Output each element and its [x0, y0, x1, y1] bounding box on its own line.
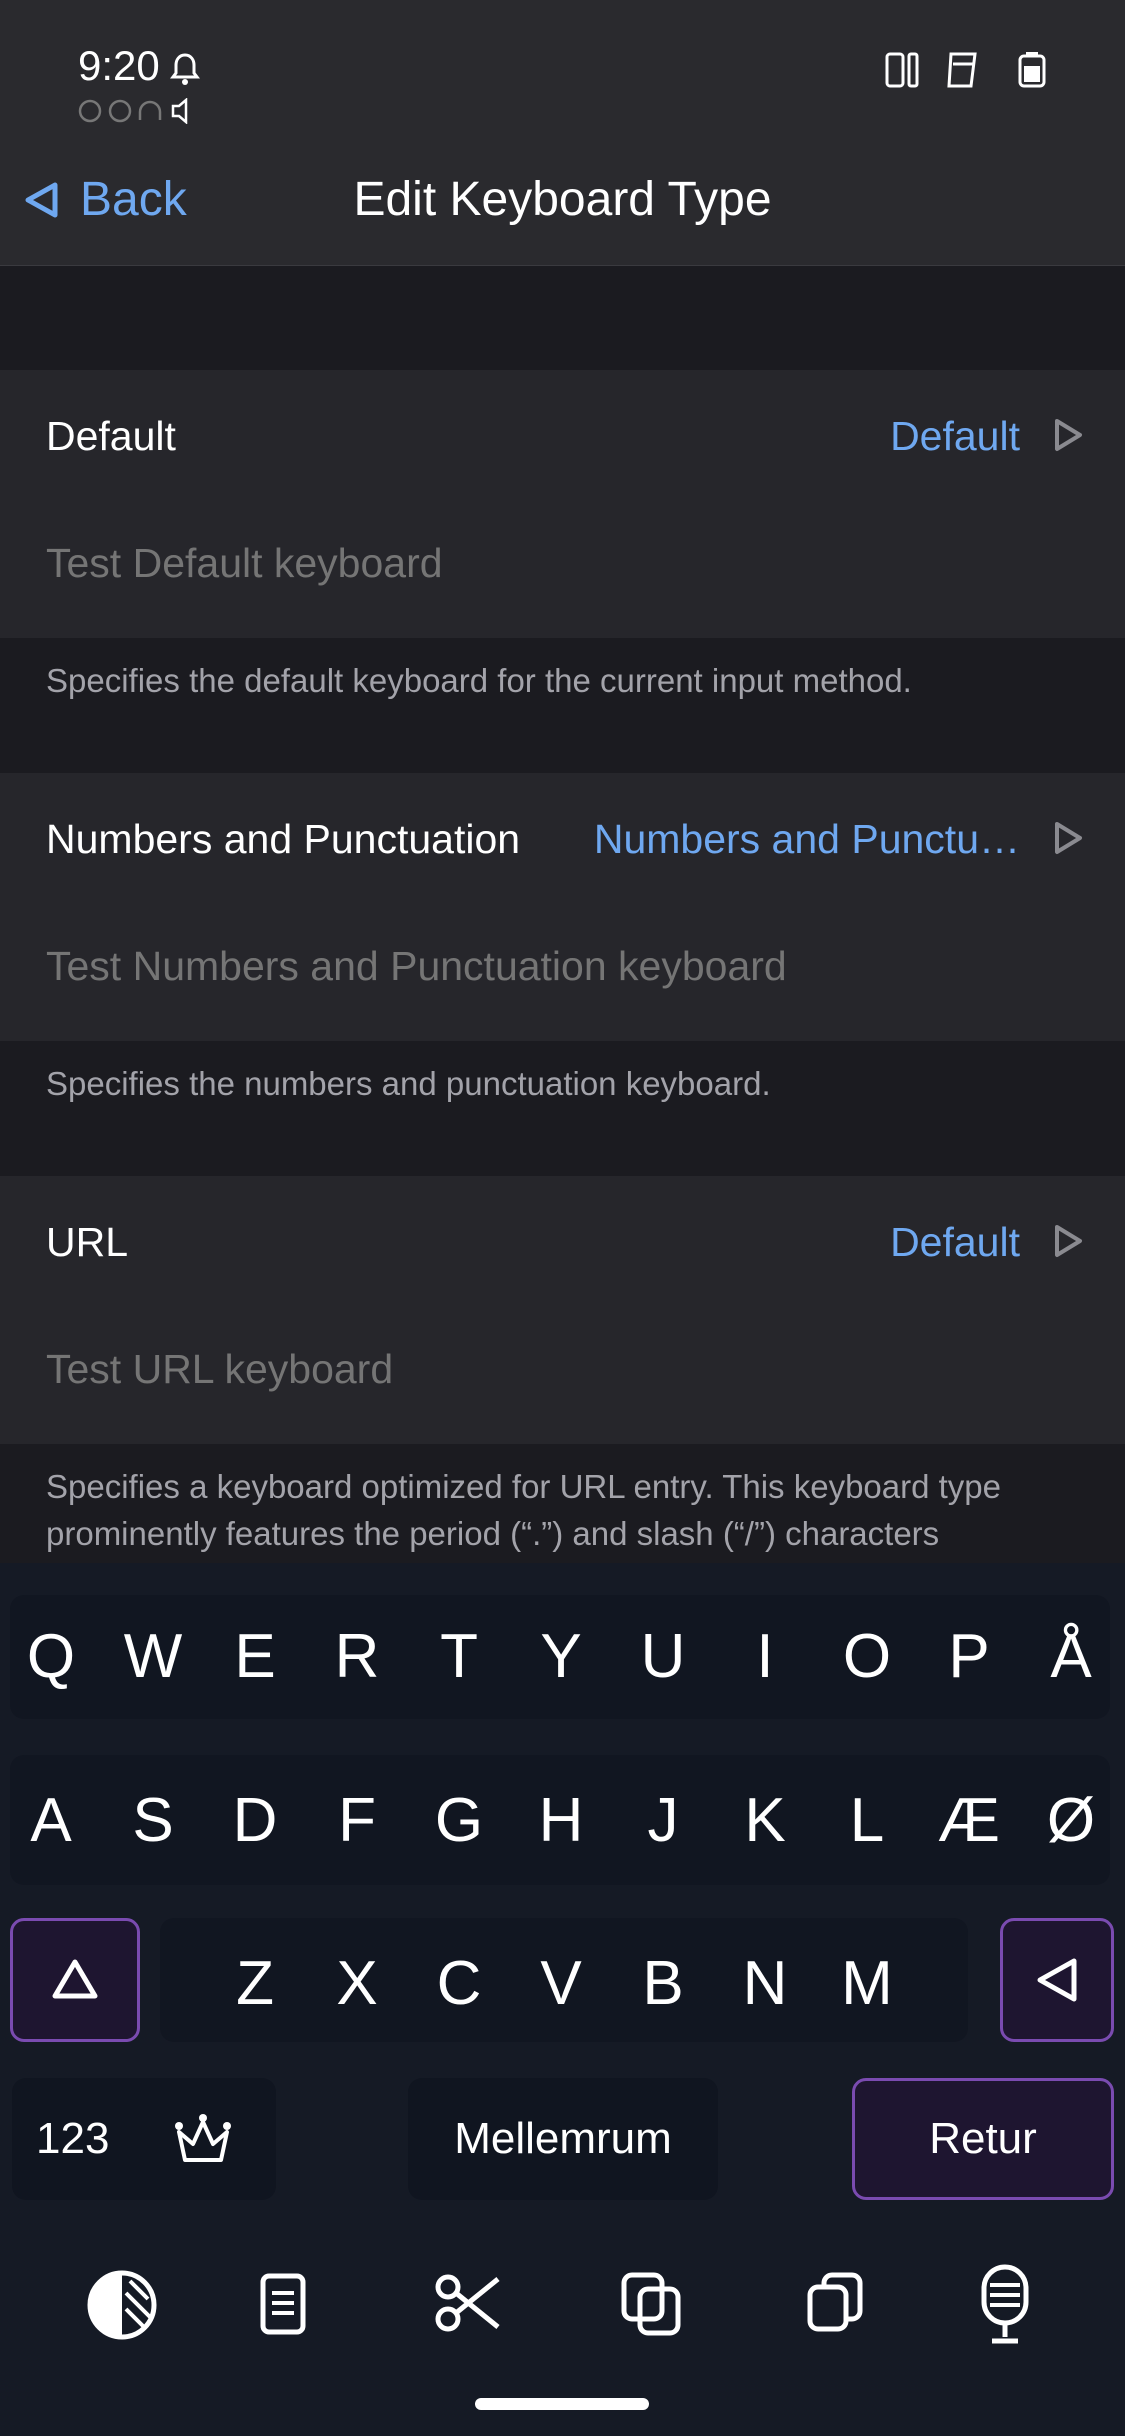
row-label-url: URL — [46, 1219, 129, 1265]
clipboard-icon[interactable] — [260, 2273, 306, 2340]
key-o-slash[interactable]: Ø — [1020, 1785, 1122, 1856]
key-h[interactable]: H — [510, 1785, 612, 1856]
key-w[interactable]: W — [102, 1621, 204, 1692]
key-r[interactable]: R — [306, 1621, 408, 1692]
key-s[interactable]: S — [102, 1785, 204, 1856]
top-bar: 9:20 Back Edit Keyboard Type — [0, 0, 1125, 266]
row-value-numbers-punctuation[interactable]: Numbers and Punctu… — [594, 816, 1020, 863]
key-z[interactable]: Z — [204, 1948, 306, 2019]
footnote-url: Specifies a keyboard optimized for URL e… — [46, 1468, 1002, 1552]
numbers-key[interactable]: 123 — [12, 2078, 276, 2200]
key-b[interactable]: B — [612, 1948, 714, 2019]
key-a-ring[interactable]: Å — [1020, 1621, 1122, 1692]
key-d[interactable]: D — [204, 1785, 306, 1856]
space-key[interactable]: Mellemrum — [408, 2078, 718, 2200]
shift-key[interactable] — [10, 1918, 140, 2042]
cut-icon[interactable] — [434, 2271, 502, 2340]
system-status-icons — [885, 50, 1055, 95]
key-ae[interactable]: Æ — [918, 1785, 1020, 1856]
numbers-key-label: 123 — [36, 2114, 110, 2163]
footnote-default: Specifies the default keyboard for the c… — [46, 662, 912, 699]
test-default-input[interactable] — [46, 540, 1046, 587]
key-p[interactable]: P — [918, 1621, 1020, 1692]
key-e[interactable]: E — [204, 1621, 306, 1692]
status-sub-icons — [78, 97, 198, 129]
key-t[interactable]: T — [408, 1621, 510, 1692]
keyboard: Q W E R T Y U I O P Å A S D F G H J K L … — [0, 1563, 1125, 2436]
paste-icon[interactable] — [806, 2271, 864, 2338]
test-url-input[interactable] — [46, 1346, 1046, 1393]
section-default: Default Default — [0, 370, 1125, 638]
home-indicator[interactable] — [475, 2398, 649, 2410]
key-n[interactable]: N — [714, 1948, 816, 2019]
key-u[interactable]: U — [612, 1621, 714, 1692]
key-x[interactable]: X — [306, 1948, 408, 2019]
shift-icon — [52, 1959, 98, 1999]
chevron-right-icon — [1053, 1224, 1083, 1263]
chevron-right-icon — [1053, 821, 1083, 860]
key-i[interactable]: I — [714, 1621, 816, 1692]
key-l[interactable]: L — [816, 1785, 918, 1856]
bell-icon — [170, 52, 200, 93]
section-numbers-punctuation: Numbers and Punctuation Numbers and Punc… — [0, 773, 1125, 1041]
theme-icon[interactable] — [86, 2269, 158, 2346]
copy-icon[interactable] — [620, 2271, 682, 2342]
backspace-key[interactable] — [1000, 1918, 1114, 2042]
key-k[interactable]: K — [714, 1785, 816, 1856]
crown-icon — [175, 2114, 232, 2162]
key-f[interactable]: F — [306, 1785, 408, 1856]
backspace-icon — [1037, 1958, 1077, 2002]
row-label-default: Default — [46, 413, 176, 459]
key-a[interactable]: A — [0, 1785, 102, 1856]
key-m[interactable]: M — [816, 1948, 918, 2019]
key-g[interactable]: G — [408, 1785, 510, 1856]
key-j[interactable]: J — [612, 1785, 714, 1856]
row-label-numbers-punctuation: Numbers and Punctuation — [46, 816, 521, 862]
chevron-right-icon — [1053, 418, 1083, 457]
section-url: URL Default — [0, 1176, 1125, 1444]
microphone-icon[interactable] — [980, 2263, 1030, 2352]
page-title: Edit Keyboard Type — [353, 173, 772, 226]
row-value-default[interactable]: Default — [890, 413, 1020, 460]
row-value-url[interactable]: Default — [890, 1219, 1020, 1266]
status-time: 9:20 — [78, 42, 160, 89]
key-o[interactable]: O — [816, 1621, 918, 1692]
test-numbers-punctuation-input[interactable] — [46, 943, 1046, 990]
key-v[interactable]: V — [510, 1948, 612, 2019]
key-c[interactable]: C — [408, 1948, 510, 2019]
return-key[interactable]: Retur — [852, 2078, 1114, 2200]
footnote-numbers-punctuation: Specifies the numbers and punctuation ke… — [46, 1065, 771, 1102]
key-q[interactable]: Q — [0, 1621, 102, 1692]
key-y[interactable]: Y — [510, 1621, 612, 1692]
